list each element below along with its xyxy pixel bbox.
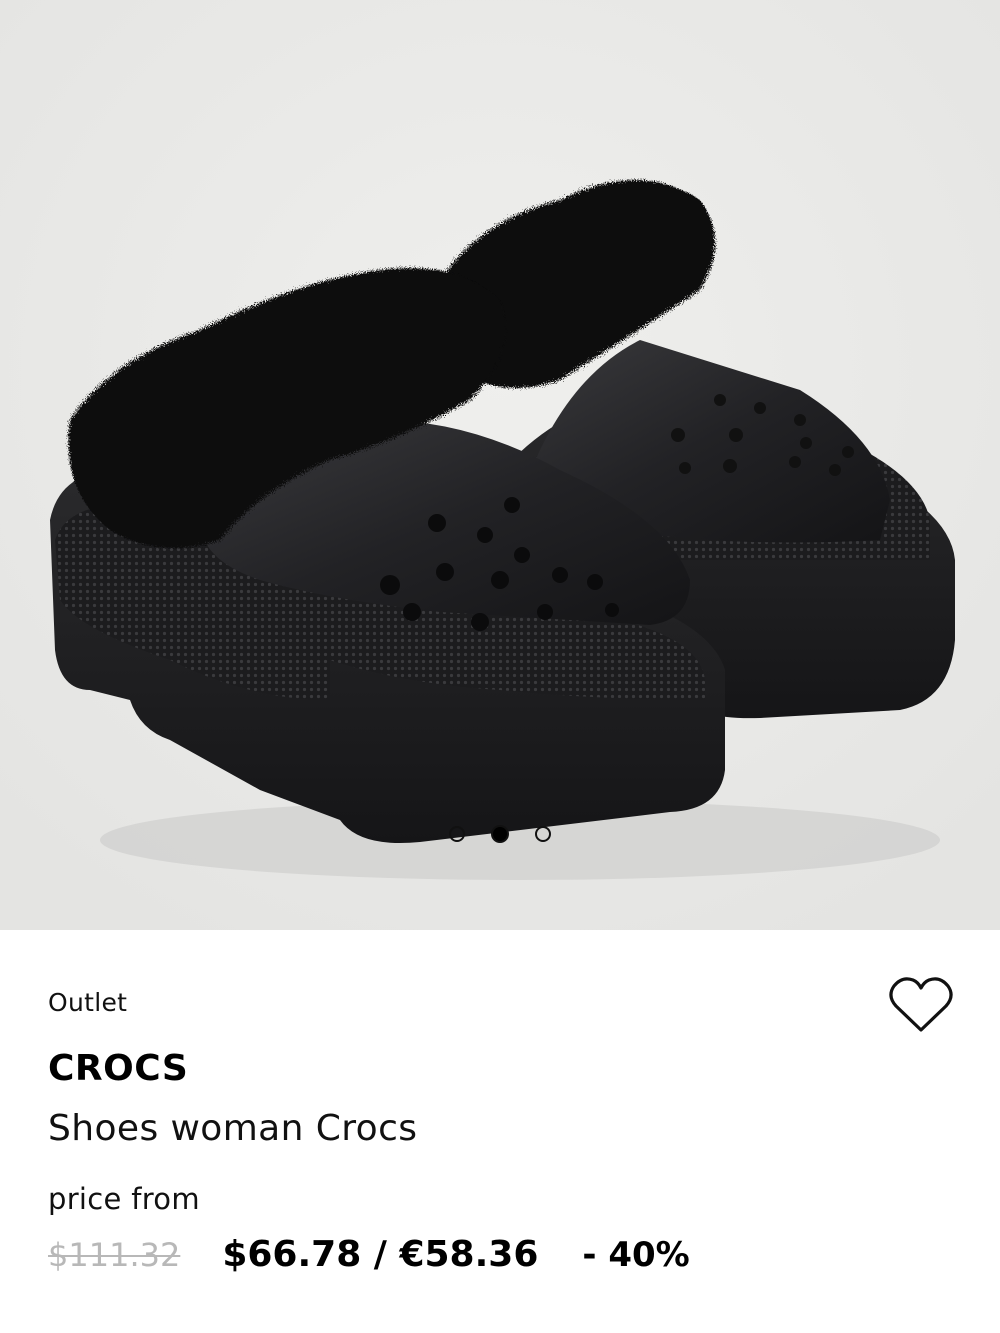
brand-name[interactable]: CROCS [48,1048,188,1089]
product-image-gallery[interactable] [0,0,1000,930]
heart-outline-icon [889,977,953,1032]
outlet-label: Outlet [48,988,128,1017]
price-row: $111.32 $66.78 / €58.36 - 40% [48,1234,690,1275]
gallery-dot-1[interactable] [449,826,465,842]
wishlist-button[interactable] [888,976,954,1036]
discount-badge: - 40% [582,1235,690,1275]
product-card: Outlet CROCS Shoes woman Crocs price fro… [0,0,1000,1333]
gallery-dot-3[interactable] [535,826,551,842]
sale-price: $66.78 / €58.36 [222,1234,539,1275]
original-price: $111.32 [48,1236,181,1274]
product-info: Outlet CROCS Shoes woman Crocs price fro… [0,930,1000,1333]
gallery-dot-2-active[interactable] [491,825,509,843]
gallery-pagination [0,825,1000,843]
price-prefix: price from [48,1182,200,1216]
product-image [0,0,1000,930]
product-title: Shoes woman Crocs [48,1108,418,1149]
